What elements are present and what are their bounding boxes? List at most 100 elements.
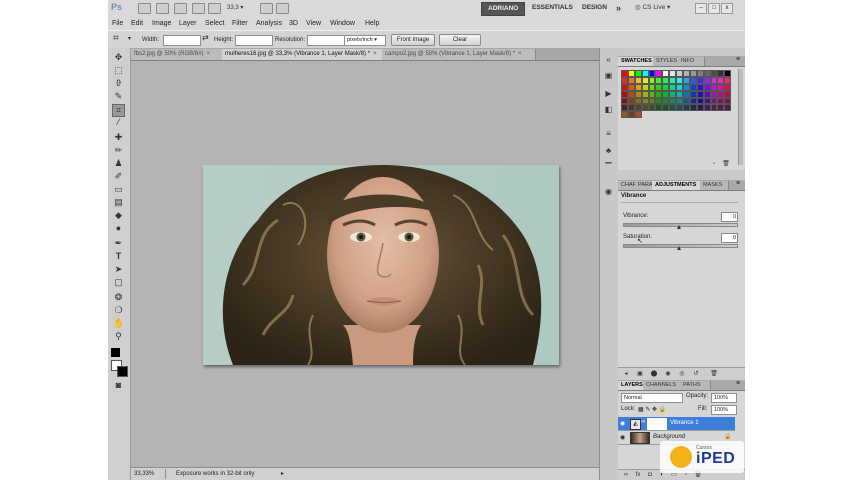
color-swatch[interactable] — [696, 70, 704, 77]
color-swatch[interactable] — [689, 70, 697, 77]
color-swatch[interactable] — [696, 76, 704, 84]
color-swatch[interactable] — [621, 90, 628, 98]
color-swatch[interactable] — [676, 104, 684, 112]
brush-presets-icon[interactable]: ≡ — [603, 128, 614, 139]
panel-menu-icon[interactable]: ≡ — [736, 56, 740, 63]
color-swatch[interactable] — [655, 83, 663, 91]
vibrance-slider-thumb[interactable] — [677, 225, 681, 229]
color-swatch[interactable] — [634, 90, 642, 98]
delete-adjustment-icon[interactable]: 🗑 — [710, 370, 718, 378]
minimize-button[interactable]: – — [695, 3, 707, 14]
color-swatch[interactable] — [655, 76, 663, 84]
color-swatch[interactable] — [648, 104, 656, 112]
menu-window[interactable]: Window — [330, 18, 355, 29]
color-swatch[interactable] — [717, 90, 725, 98]
front-image-button[interactable]: Front Image — [391, 34, 435, 46]
link-layers-icon[interactable]: ∞ — [622, 471, 630, 479]
menu-image[interactable]: Image — [152, 18, 171, 29]
color-swatch[interactable] — [641, 70, 649, 77]
color-swatch[interactable] — [655, 104, 663, 112]
color-swatch[interactable] — [689, 97, 697, 105]
eye-icon[interactable]: ◉ — [620, 434, 625, 441]
color-swatch[interactable] — [676, 76, 684, 84]
color-swatch[interactable] — [683, 70, 690, 77]
layer-mask-thumbnail[interactable] — [647, 418, 667, 430]
color-swatch[interactable] — [669, 70, 677, 77]
chain-icon[interactable]: ∞ — [641, 419, 645, 425]
color-swatch[interactable] — [621, 104, 628, 112]
clone-source-icon[interactable]: ♣ — [603, 145, 614, 156]
tab-close-icon[interactable]: × — [206, 51, 210, 57]
clip-layer-icon[interactable]: ⬤ — [650, 370, 658, 378]
menu-select[interactable]: Select — [205, 18, 224, 29]
blur-tool-icon[interactable]: ◆ — [113, 210, 124, 221]
layer-style-icon[interactable]: fx — [634, 471, 642, 479]
close-button[interactable]: x — [721, 3, 733, 14]
visibility-toggle-icon[interactable]: ◉ — [664, 370, 672, 378]
opacity-input[interactable]: 100% — [711, 393, 737, 403]
quick-mask-icon[interactable]: ◙ — [113, 380, 124, 391]
extras-icon[interactable] — [174, 3, 187, 14]
color-swatch[interactable] — [627, 90, 635, 98]
saturation-slider-thumb[interactable] — [677, 246, 681, 250]
dodge-tool-icon[interactable]: ● — [113, 223, 124, 234]
swatches-scrollbar[interactable] — [738, 69, 743, 165]
navigator-panel-icon[interactable]: ◧ — [603, 104, 614, 115]
color-swatch[interactable] — [724, 76, 732, 84]
history-panel-icon[interactable]: ▣ — [603, 70, 614, 81]
move-tool-icon[interactable]: ✥ — [113, 52, 124, 63]
color-swatch[interactable] — [717, 97, 725, 105]
menu-file[interactable]: File — [112, 18, 123, 29]
color-swatch[interactable] — [648, 90, 656, 98]
swap-dimensions-icon[interactable]: ⇄ — [202, 33, 209, 43]
color-swatch[interactable] — [710, 104, 718, 112]
spot-healing-tool-icon[interactable]: ✚ — [113, 132, 124, 143]
cs-live-button[interactable]: ◎ CS Live ▾ — [635, 2, 670, 14]
color-swatch[interactable] — [634, 104, 642, 112]
tab-masks[interactable]: MASKS — [700, 181, 729, 190]
color-swatch[interactable] — [669, 97, 677, 105]
color-swatch[interactable] — [669, 90, 677, 98]
panel-menu-icon[interactable]: ≡ — [736, 180, 740, 187]
color-swatch[interactable] — [621, 83, 628, 91]
color-swatch[interactable] — [724, 104, 732, 112]
background-color-swatch[interactable] — [117, 366, 128, 377]
color-swatch[interactable] — [683, 76, 690, 84]
lock-icons[interactable]: ▦ ✎ ✥ 🔒 — [638, 406, 666, 413]
path-selection-tool-icon[interactable]: ➤ — [113, 264, 124, 275]
color-swatch[interactable] — [655, 97, 663, 105]
color-swatch[interactable] — [710, 70, 718, 77]
history-brush-tool-icon[interactable]: ✐ — [113, 171, 124, 182]
color-swatch[interactable] — [696, 83, 704, 91]
color-swatch[interactable] — [669, 76, 677, 84]
hand-tool-icon[interactable]: ✋ — [113, 318, 124, 329]
tab-paths[interactable]: PATHS — [680, 381, 711, 390]
return-to-list-icon[interactable]: ◂ — [622, 370, 630, 378]
color-swatch[interactable] — [689, 76, 697, 84]
color-swatch[interactable] — [641, 83, 649, 91]
collapse-icon[interactable]: « — [603, 54, 614, 65]
status-zoom[interactable]: 33,33% — [134, 470, 154, 479]
panel-menu-icon[interactable]: ≡ — [736, 380, 740, 387]
color-swatch[interactable] — [621, 70, 628, 77]
delete-swatch-icon[interactable]: 🗑 — [722, 160, 730, 168]
menu-help[interactable]: Help — [365, 18, 379, 29]
color-swatch[interactable] — [662, 90, 670, 98]
color-swatch[interactable] — [696, 104, 704, 112]
color-swatch[interactable] — [717, 104, 725, 112]
color-swatch[interactable] — [683, 104, 690, 112]
color-swatch[interactable] — [724, 90, 732, 98]
status-menu-arrow-icon[interactable]: ▸ — [281, 470, 284, 479]
color-swatch[interactable] — [683, 90, 690, 98]
adjustments-dock-icon[interactable]: ◉ — [603, 186, 614, 197]
color-swatch[interactable] — [655, 70, 663, 77]
workspace-design[interactable]: DESIGN — [576, 2, 613, 14]
color-swatch[interactable] — [717, 70, 725, 77]
hand-tool-icon[interactable] — [208, 3, 221, 14]
color-swatch[interactable] — [627, 111, 635, 119]
color-swatch[interactable] — [662, 104, 670, 112]
tab-mulheres16[interactable]: mulheres16.jpg @ 33,3% (Vibrance 1, Laye… — [222, 49, 385, 60]
color-swatch[interactable] — [621, 97, 628, 105]
actions-panel-icon[interactable]: ▶ — [603, 88, 614, 99]
quick-selection-tool-icon[interactable]: ✎ — [113, 91, 124, 102]
